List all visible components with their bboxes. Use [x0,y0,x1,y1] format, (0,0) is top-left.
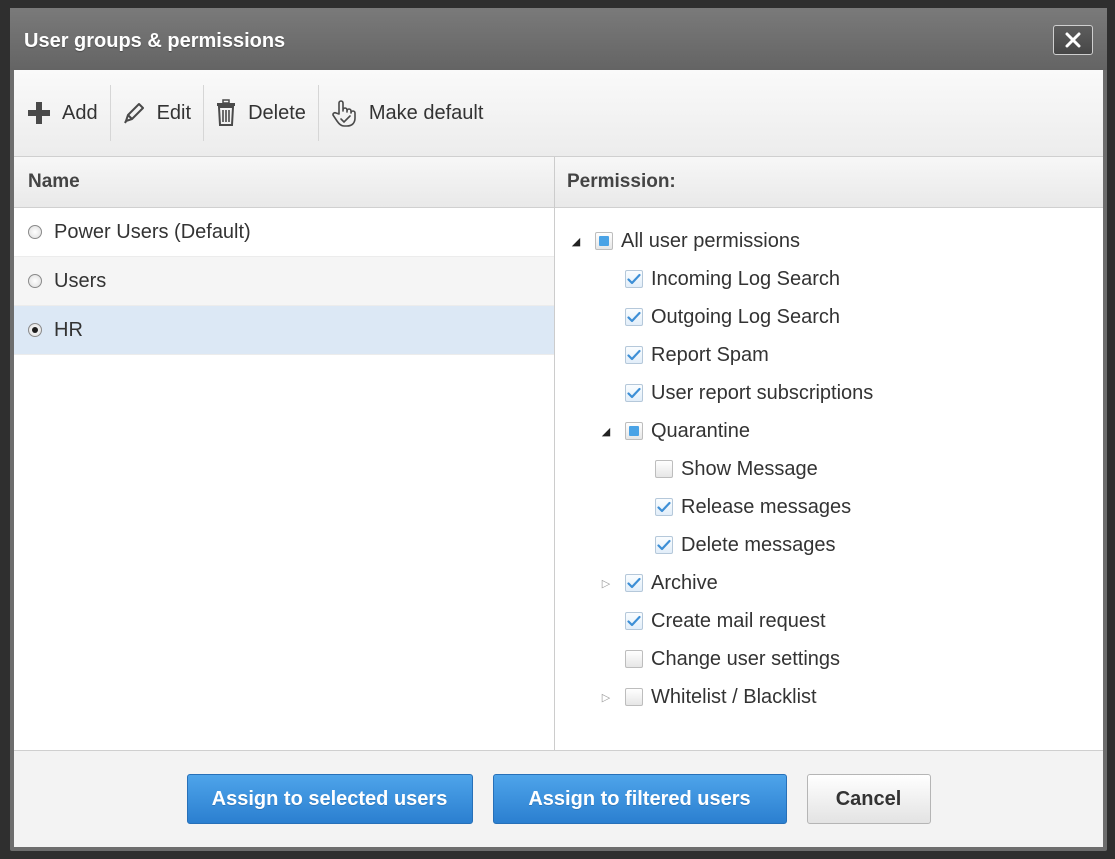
close-button[interactable] [1053,25,1093,55]
permission-label: Create mail request [651,609,826,632]
group-label: Power Users (Default) [54,220,251,243]
groups-column-header: Name [14,157,554,208]
make-default-label: Make default [368,101,484,124]
caret-spacer [599,614,613,628]
caret-spacer [599,348,613,362]
dialog-title: User groups & permissions [24,30,286,52]
permission-label: Release messages [681,495,852,518]
checkmark-icon [657,501,671,513]
expand-caret-icon[interactable]: ◢ [599,424,613,438]
permission-label: Incoming Log Search [651,267,841,290]
close-icon [1065,32,1081,48]
plus-icon [28,102,50,124]
permission-label: Show Message [681,457,818,480]
pencil-icon [123,103,144,124]
permission-label: Outgoing Log Search [651,305,841,328]
group-row[interactable]: Users [14,257,554,306]
caret-spacer [629,462,643,476]
dialog-content: Add Edit Delete Make default Name Power … [14,70,1103,847]
checkmark-icon [627,577,641,589]
checkmark-icon [627,349,641,361]
checkmark-icon [627,615,641,627]
permission-node: ▷ Whitelist / Blacklist [555,678,1103,716]
permission-node: ▷ Archive [555,564,1103,602]
edit-label: Edit [156,101,192,124]
permission-checkbox[interactable] [655,460,673,478]
permission-checkbox[interactable] [625,612,643,630]
group-label: HR [54,318,83,341]
permission-checkbox[interactable] [595,232,613,250]
permission-label: User report subscriptions [651,381,874,404]
permissions-pane: Permission: ◢ All user permissions Incomin… [555,157,1103,751]
permission-checkbox[interactable] [625,650,643,668]
caret-spacer [599,652,613,666]
group-radio[interactable] [28,323,42,337]
permission-checkbox[interactable] [625,574,643,592]
dialog-titlebar: User groups & permissions [10,8,1107,70]
group-row[interactable]: HR [14,306,554,355]
expand-caret-icon[interactable]: ◢ [569,234,583,248]
permission-node: Show Message [555,450,1103,488]
user-groups-dialog: User groups & permissions Add Edit Delet… [10,8,1107,851]
checkmark-icon [627,387,641,399]
caret-spacer [599,272,613,286]
checkmark-icon [627,273,641,285]
permission-checkbox[interactable] [655,498,673,516]
permission-node: Create mail request [555,602,1103,640]
edit-button[interactable]: Edit [111,85,205,141]
permission-node: User report subscriptions [555,374,1103,412]
add-button[interactable]: Add [14,85,111,141]
assign-selected-users-button[interactable]: Assign to selected users [186,774,473,824]
permission-checkbox[interactable] [625,270,643,288]
permission-label: Delete messages [681,533,836,556]
make-default-button[interactable]: Make default [319,85,496,141]
permission-checkbox[interactable] [655,536,673,554]
group-radio[interactable] [28,225,42,239]
permission-tree: ◢ All user permissions Incoming Log Search… [555,208,1103,716]
permission-label: Whitelist / Blacklist [651,685,817,708]
permission-node: Release messages [555,488,1103,526]
checkmark-icon [627,311,641,323]
checkmark-icon [657,539,671,551]
permission-node: ◢ Quarantine [555,412,1103,450]
add-label: Add [62,101,98,124]
caret-spacer [599,310,613,324]
group-row[interactable]: Power Users (Default) [14,208,554,257]
caret-spacer [629,538,643,552]
permission-label: Quarantine [651,419,750,442]
permission-node: Change user settings [555,640,1103,678]
permission-checkbox[interactable] [625,308,643,326]
permission-label: Archive [651,571,718,594]
permission-label: All user permissions [621,229,800,252]
permission-checkbox[interactable] [625,346,643,364]
caret-spacer [629,500,643,514]
permission-node: Outgoing Log Search [555,298,1103,336]
assign-filtered-users-button[interactable]: Assign to filtered users [492,774,787,824]
panes: Name Power Users (Default) Users HR Permis… [14,157,1103,751]
permission-label: Change user settings [651,647,841,670]
permission-node: Delete messages [555,526,1103,564]
permission-checkbox[interactable] [625,422,643,440]
toolbar: Add Edit Delete Make default [14,70,1103,157]
permission-checkbox[interactable] [625,384,643,402]
caret-spacer [599,386,613,400]
permission-node: Report Spam [555,336,1103,374]
permissions-column-header: Permission: [555,157,1103,208]
permission-checkbox[interactable] [625,688,643,706]
permission-label: Report Spam [651,343,769,366]
group-radio[interactable] [28,274,42,288]
permission-node: ◢ All user permissions [555,222,1103,260]
dialog-footer: Assign to selected users Assign to filte… [14,750,1103,847]
group-list: Power Users (Default) Users HR [14,208,554,355]
permission-node: Incoming Log Search [555,260,1103,298]
delete-label: Delete [248,101,306,124]
collapse-caret-icon[interactable]: ▷ [599,576,613,590]
groups-pane: Name Power Users (Default) Users HR [14,157,555,751]
group-label: Users [54,269,107,292]
trash-icon [217,99,236,126]
delete-button[interactable]: Delete [204,85,319,141]
hand-pointer-icon [332,100,356,127]
cancel-button[interactable]: Cancel [806,774,931,824]
collapse-caret-icon[interactable]: ▷ [599,690,613,704]
